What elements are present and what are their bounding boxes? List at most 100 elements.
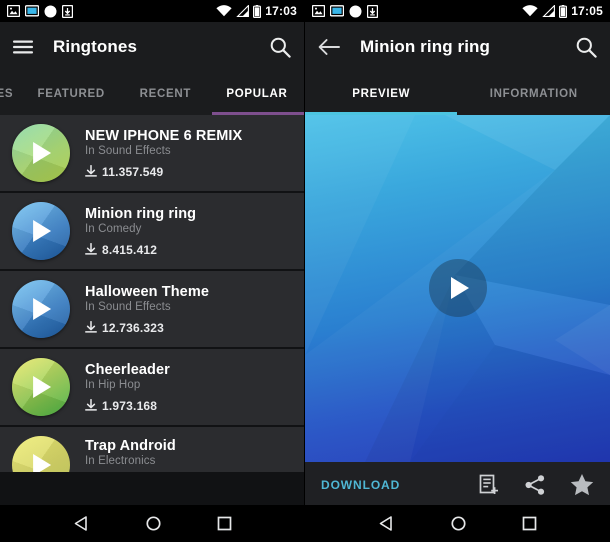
recents-nav-icon[interactable] [522, 516, 537, 531]
tab-popular[interactable]: POPULAR [210, 72, 304, 115]
tab-preview[interactable]: PREVIEW [305, 72, 458, 115]
signal-icon [542, 5, 556, 17]
list-item[interactable]: Trap Android In Electronics [0, 427, 304, 472]
download-count-value: 1.973.168 [102, 398, 158, 413]
ringtone-category: In Electronics [85, 455, 156, 467]
circle-icon [349, 5, 362, 17]
search-icon[interactable] [270, 37, 291, 58]
ringtone-title: Minion ring ring [85, 205, 197, 222]
ringtone-title: NEW IPHONE 6 REMIX [85, 127, 243, 144]
recents-nav-icon[interactable] [217, 516, 232, 531]
tab-recent[interactable]: RECENT [121, 72, 210, 115]
download-count: 8.415.412 [85, 243, 196, 257]
list-item-text: Trap Android In Electronics [85, 438, 176, 467]
play-button-icon[interactable] [12, 124, 70, 182]
tab-featured[interactable]: FEATURED [22, 72, 121, 115]
share-icon[interactable] [524, 474, 546, 496]
detail-title: Minion ring ring [360, 37, 491, 56]
download-icon [85, 243, 97, 255]
play-button-icon[interactable] [12, 202, 70, 260]
play-triangle-icon [33, 298, 52, 320]
right-status-time: 17:05 [571, 4, 603, 18]
right-tab-bar: PREVIEW INFORMATION [305, 72, 610, 115]
circle-icon [44, 5, 57, 17]
play-triangle-icon [33, 142, 52, 164]
battery-icon [253, 4, 262, 18]
play-triangle-icon [33, 220, 52, 242]
download-count: 12.736.323 [85, 321, 209, 335]
list-item-text: Minion ring ring In Comedy 8.415.412 [85, 206, 196, 257]
ringtone-category: In Sound Effects [85, 144, 171, 157]
ringtone-category: In Sound Effects [85, 300, 171, 313]
photo-icon [312, 5, 325, 17]
play-button-icon[interactable] [428, 259, 487, 317]
left-status-time: 17:03 [265, 4, 297, 18]
cast-screen-icon [25, 5, 39, 17]
right-pane-ringtone-detail: 17:05 Minion ring ring PREVIEW INFORMATI… [305, 0, 610, 505]
play-button-icon[interactable] [12, 358, 70, 416]
detail-action-bar: DOWNLOAD [305, 462, 610, 505]
ringtone-title: Trap Android [85, 438, 176, 454]
wifi-icon [216, 5, 232, 17]
play-triangle-icon [33, 376, 52, 398]
wifi-icon [522, 5, 538, 17]
search-icon[interactable] [576, 37, 597, 58]
left-status-bar: 17:03 [0, 0, 304, 22]
signal-icon [236, 5, 250, 17]
tab-favorites-partial[interactable]: ES [0, 72, 22, 115]
panes-container: 17:03 Ringtones ES FEATURED RECENT POPUL… [0, 0, 610, 505]
action-bar-icons [478, 473, 594, 496]
back-nav-icon[interactable] [73, 515, 90, 532]
ringtone-list[interactable]: NEW IPHONE 6 REMIX In Sound Effects 11.3… [0, 115, 304, 505]
right-status-system-icons: 17:05 [522, 4, 603, 18]
right-nav-buttons [305, 505, 610, 542]
right-status-bar: 17:05 [305, 0, 610, 22]
hamburger-menu-icon[interactable] [13, 40, 33, 54]
left-status-notification-icons [7, 4, 73, 18]
ringtone-title: Cheerleader [85, 361, 170, 378]
back-arrow-icon[interactable] [318, 38, 340, 56]
home-nav-icon[interactable] [145, 515, 162, 532]
download-count-value: 8.415.412 [102, 242, 158, 257]
device-download-icon [62, 4, 73, 18]
left-pane-ringtone-list: 17:03 Ringtones ES FEATURED RECENT POPUL… [0, 0, 305, 505]
download-count: 11.357.549 [85, 165, 242, 179]
photo-icon [7, 5, 20, 17]
battery-icon [559, 4, 568, 18]
list-item-text: Halloween Theme In Sound Effects 12.736.… [85, 284, 209, 335]
playlist-add-icon[interactable] [478, 474, 500, 496]
right-toolbar: Minion ring ring [305, 22, 610, 72]
ringtone-category: In Hip Hop [85, 378, 141, 391]
left-nav-buttons [0, 505, 305, 542]
play-triangle-icon [33, 454, 52, 472]
page-title: Ringtones [53, 37, 138, 56]
home-nav-icon[interactable] [450, 515, 467, 532]
download-count-value: 11.357.549 [102, 164, 164, 179]
list-item[interactable]: Halloween Theme In Sound Effects 12.736.… [0, 271, 304, 349]
play-triangle-icon [451, 277, 469, 299]
ringtone-category: In Comedy [85, 222, 142, 235]
list-item[interactable]: Minion ring ring In Comedy 8.415.412 [0, 193, 304, 271]
download-button[interactable]: DOWNLOAD [321, 478, 400, 492]
dual-screenshot: 17:03 Ringtones ES FEATURED RECENT POPUL… [0, 0, 610, 542]
back-nav-icon[interactable] [378, 515, 395, 532]
left-status-system-icons: 17:03 [216, 4, 297, 18]
download-icon [85, 321, 97, 333]
left-toolbar: Ringtones [0, 22, 304, 72]
download-icon [85, 399, 97, 411]
right-status-notification-icons [312, 4, 378, 18]
list-item[interactable]: NEW IPHONE 6 REMIX In Sound Effects 11.3… [0, 115, 304, 193]
download-count-value: 12.736.323 [102, 320, 165, 335]
preview-artwork[interactable] [305, 115, 610, 462]
list-item-text: NEW IPHONE 6 REMIX In Sound Effects 11.3… [85, 128, 242, 179]
list-item[interactable]: Cheerleader In Hip Hop 1.973.168 [0, 349, 304, 427]
tab-information[interactable]: INFORMATION [458, 72, 610, 115]
device-download-icon [367, 4, 378, 18]
favorite-star-icon[interactable] [570, 473, 594, 496]
download-icon [85, 165, 97, 177]
play-button-icon[interactable] [12, 280, 70, 338]
list-item-text: Cheerleader In Hip Hop 1.973.168 [85, 362, 170, 413]
ringtone-title: Halloween Theme [85, 283, 209, 300]
play-button-icon[interactable] [12, 436, 70, 472]
cast-screen-icon [330, 5, 344, 17]
